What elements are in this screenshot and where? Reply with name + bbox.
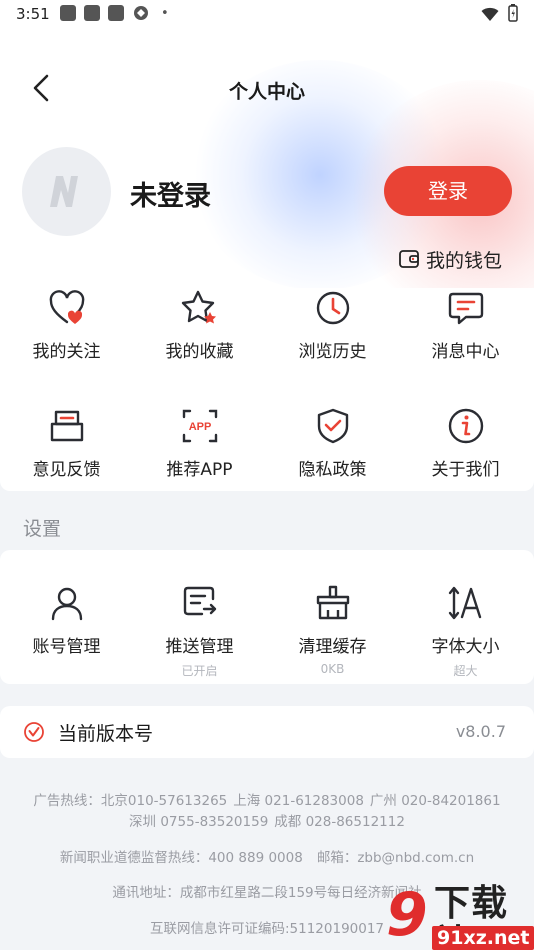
menu-item-label: 意见反馈 — [32, 460, 101, 480]
setting-label: 字体大小 — [431, 637, 500, 657]
user-icon — [51, 587, 82, 621]
wifi-icon — [481, 7, 499, 21]
version-label: 当前版本号 — [58, 723, 154, 745]
menu-item-label: 消息中心 — [431, 342, 500, 362]
menu-item-favorites[interactable]: 我的收藏 — [133, 288, 266, 362]
hotline-chengdu: 成都 028-86512112 — [274, 814, 405, 830]
menu-item-privacy[interactable]: 隐私政策 — [266, 406, 399, 480]
hotline-beijing: 广告热线：北京010-57613265 — [33, 793, 228, 809]
shield-check-icon — [317, 408, 348, 444]
message-icon — [448, 292, 483, 325]
cache-size: 0KB — [320, 662, 345, 676]
ethics-hotline: 新闻职业道德监督热线：400 889 0008 — [59, 850, 303, 866]
notification-icon — [60, 5, 76, 21]
setting-label: 账号管理 — [32, 637, 101, 657]
footer-ethics-hotline: 新闻职业道德监督热线：400 889 0008 邮箱：zbb@nbd.com.cn — [0, 846, 534, 866]
svg-text:APP: APP — [188, 421, 211, 433]
menu-item-messages[interactable]: 消息中心 — [399, 288, 532, 362]
footer-ad-hotline: 广告热线：北京010-57613265 上海 021-61283008 广州 020… — [0, 789, 534, 809]
menu-item-label: 浏览历史 — [298, 342, 367, 362]
version-number: v8.0.7 — [455, 722, 506, 741]
navigation-bar: 个人中心 — [0, 60, 534, 116]
hotline-guangzhou: 广州 020-84201861 — [369, 793, 501, 809]
notification-icon — [108, 5, 124, 21]
site-watermark: 9 下载站 91xz.net — [384, 882, 534, 950]
avatar[interactable] — [22, 147, 111, 236]
wallet-label: 我的钱包 — [426, 249, 503, 272]
username: 未登录 — [130, 181, 211, 212]
setting-account[interactable]: 账号管理 — [0, 583, 133, 657]
setting-status: 已开启 — [181, 664, 218, 678]
contact-email: 邮箱：zbb@nbd.com.cn — [316, 850, 475, 866]
menu-item-feedback[interactable]: 意见反馈 — [0, 406, 133, 480]
font-size-icon — [448, 586, 481, 620]
setting-clear-cache[interactable]: 清理缓存 0KB — [266, 583, 399, 676]
notification-icon — [84, 5, 100, 21]
sync-icon — [134, 6, 148, 20]
wallet-link[interactable]: 我的钱包 — [398, 245, 502, 273]
push-icon — [183, 586, 216, 616]
footer-ad-hotline-2: 深圳 0755-83520159 成都 028-86512112 — [0, 810, 534, 830]
clock-icon — [316, 291, 349, 325]
menu-item-label: 关于我们 — [431, 460, 500, 480]
more-notifications-dot: • — [161, 6, 169, 21]
menu-item-label: 隐私政策 — [298, 460, 367, 480]
menu-item-label: 我的收藏 — [165, 342, 234, 362]
settings-section-title: 设置 — [23, 518, 62, 540]
version-row[interactable]: 当前版本号 v8.0.7 — [0, 706, 534, 758]
setting-push[interactable]: 推送管理 已开启 — [133, 583, 266, 679]
heart-icon — [49, 290, 84, 324]
default-avatar-icon — [50, 176, 78, 207]
status-time: 3:51 — [16, 5, 50, 23]
setting-status: 超大 — [453, 664, 478, 678]
battery-icon — [508, 4, 518, 22]
hotline-shenzhen: 深圳 0755-83520159 — [129, 814, 269, 830]
watermark-domain: 91xz.net — [432, 926, 534, 950]
hotline-shanghai: 上海 021-61283008 — [233, 793, 364, 809]
page-title: 个人中心 — [228, 81, 305, 103]
star-icon — [181, 290, 216, 324]
broom-icon — [316, 585, 349, 620]
status-bar: 3:51 • — [0, 0, 534, 28]
version-check-icon — [24, 722, 44, 742]
watermark-logo: 9 — [386, 880, 428, 950]
setting-label: 清理缓存 — [298, 637, 367, 657]
setting-font-size[interactable]: 字体大小 超大 — [399, 583, 532, 679]
menu-item-label: 推荐APP — [166, 460, 233, 480]
setting-label: 推送管理 — [165, 637, 234, 657]
info-icon — [448, 408, 483, 444]
menu-item-follow[interactable]: 我的关注 — [0, 288, 133, 362]
status-right-icons — [481, 4, 518, 26]
menu-item-history[interactable]: 浏览历史 — [266, 288, 399, 362]
login-button[interactable]: 登录 — [384, 166, 512, 216]
menu-item-recommend-app[interactable]: APP 推荐APP — [133, 406, 266, 480]
app-icon: APP — [182, 409, 217, 443]
menu-item-about[interactable]: 关于我们 — [399, 406, 532, 480]
menu-item-label: 我的关注 — [32, 342, 101, 362]
wallet-icon — [399, 250, 419, 268]
feedback-icon — [50, 410, 83, 442]
settings-panel: 账号管理 推送管理 已开启 清理缓存 0KB 字体大小 超大 — [0, 550, 534, 684]
quick-menu-grid: 我的关注 我的收藏 浏览历史 消息中心 意见反馈 APP 推荐APP 隐私政策 … — [0, 288, 534, 491]
